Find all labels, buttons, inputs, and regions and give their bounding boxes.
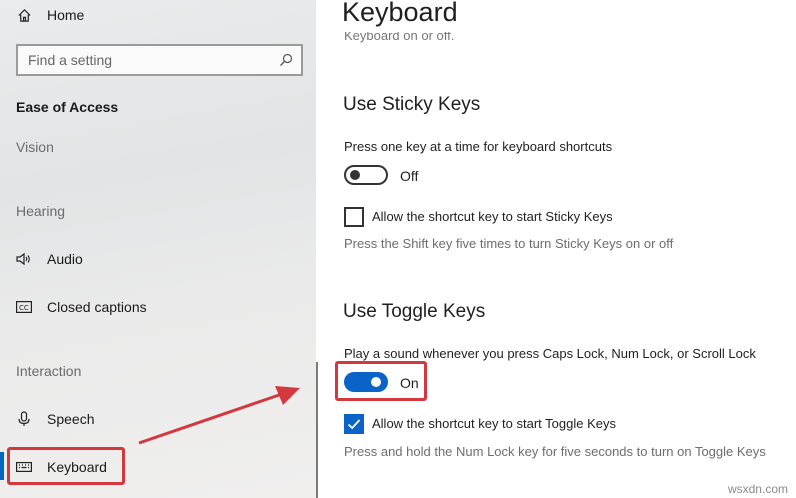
sticky-keys-toggle-state: Off xyxy=(400,168,419,184)
toggle-keys-description: Play a sound whenever you press Caps Loc… xyxy=(344,346,756,361)
home-label: Home xyxy=(47,7,85,23)
section-vision: Vision xyxy=(16,139,54,155)
sidebar-item-audio[interactable]: Audio xyxy=(0,250,316,268)
sticky-keys-shortcut-label[interactable]: Allow the shortcut key to start Sticky K… xyxy=(372,209,613,224)
watermark: wsxdn.com xyxy=(727,482,788,496)
settings-sidebar: Home Ease of Access Vision Hearing Audio… xyxy=(0,0,316,498)
checkmark-icon xyxy=(347,419,361,430)
sticky-keys-description: Press one key at a time for keyboard sho… xyxy=(344,139,613,154)
partial-text: Keyboard on or off. xyxy=(344,32,455,43)
toggle-on-highlight-box xyxy=(335,361,427,401)
sidebar-item-closed-captions[interactable]: CC Closed captions xyxy=(0,298,316,316)
home-icon xyxy=(16,7,32,23)
settings-search-box[interactable] xyxy=(16,44,303,76)
sidebar-item-label: Speech xyxy=(47,411,95,427)
home-nav-item[interactable]: Home xyxy=(0,6,316,24)
toggle-keys-shortcut-checkbox[interactable] xyxy=(344,414,364,434)
sticky-keys-shortcut-checkbox[interactable] xyxy=(344,207,364,227)
sidebar-item-label: Audio xyxy=(47,251,83,267)
search-icon[interactable] xyxy=(279,53,293,67)
sidebar-item-label: Closed captions xyxy=(47,299,147,315)
keyboard-settings-panel: Keyboard Keyboard on or off. Use Sticky … xyxy=(318,0,796,498)
speaker-icon xyxy=(16,251,32,267)
page-title: Keyboard xyxy=(342,0,458,27)
toggle-keys-hint: Press and hold the Num Lock key for five… xyxy=(344,444,766,459)
section-hearing: Hearing xyxy=(16,203,66,219)
closed-captions-icon: CC xyxy=(16,299,32,315)
category-heading: Ease of Access xyxy=(16,99,119,115)
microphone-icon xyxy=(16,411,32,427)
sticky-keys-toggle[interactable] xyxy=(344,165,388,185)
sticky-keys-hint: Press the Shift key five times to turn S… xyxy=(344,236,674,251)
toggle-knob xyxy=(350,170,360,180)
toggle-keys-heading: Use Toggle Keys xyxy=(343,301,486,322)
sticky-keys-heading: Use Sticky Keys xyxy=(343,94,481,115)
toggle-keys-shortcut-label[interactable]: Allow the shortcut key to start Toggle K… xyxy=(372,416,616,431)
keyboard-highlight-box xyxy=(7,447,125,485)
svg-text:CC: CC xyxy=(19,304,29,312)
search-input[interactable] xyxy=(28,51,268,69)
section-interaction: Interaction xyxy=(16,363,82,379)
sidebar-item-speech[interactable]: Speech xyxy=(0,410,316,428)
